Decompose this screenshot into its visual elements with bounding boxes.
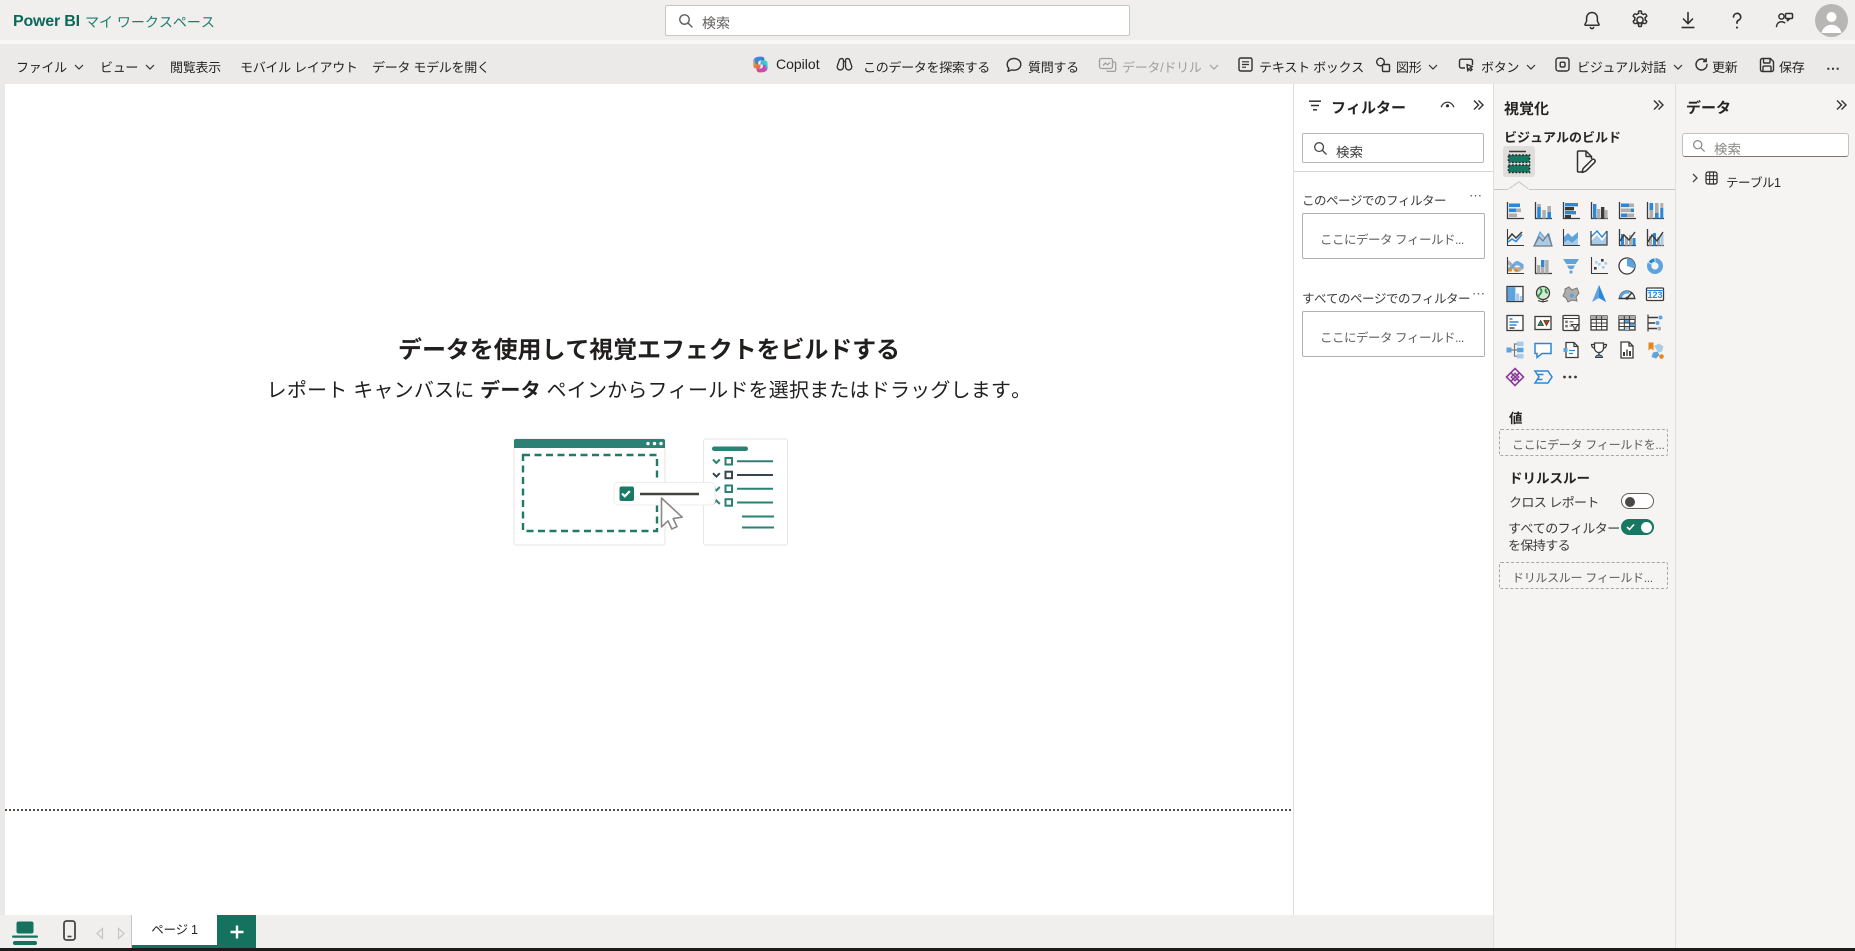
svg-text:123: 123 [1647, 290, 1662, 300]
